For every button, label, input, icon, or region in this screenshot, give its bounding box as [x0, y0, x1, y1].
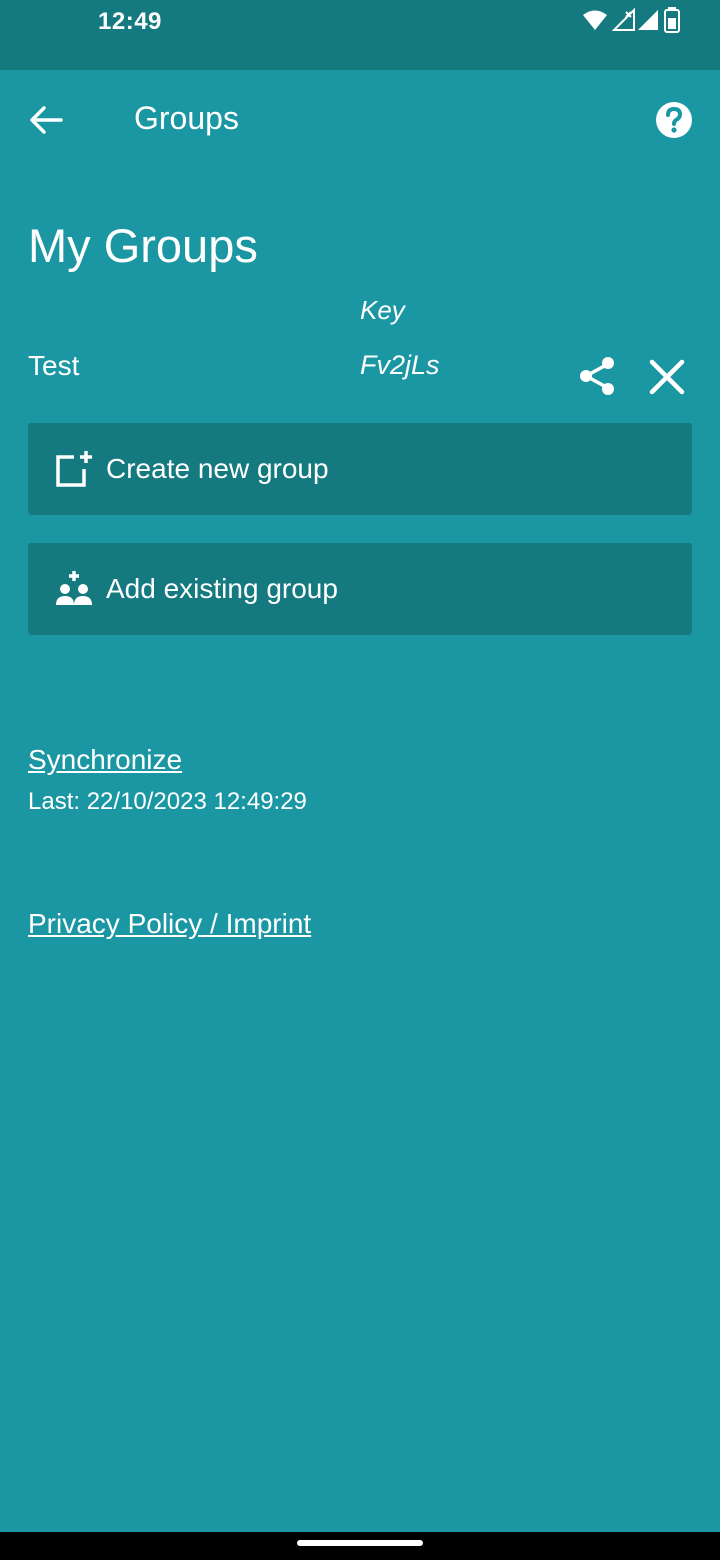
create-new-group-label: Create new group: [106, 453, 329, 484]
help-circle-icon: [656, 102, 692, 138]
page-title: My Groups: [28, 219, 258, 272]
group-add-icon: [54, 569, 94, 609]
synchronize-link[interactable]: Synchronize: [28, 744, 182, 776]
last-sync-text: Last: 22/10/2023 12:49:29: [28, 788, 307, 815]
group-key: Fv2jLs: [360, 350, 440, 380]
add-box-icon: [54, 449, 94, 489]
signal-icon: [611, 7, 660, 37]
remove-group-button[interactable]: [644, 354, 690, 400]
status-time: 12:49: [98, 8, 162, 35]
privacy-policy-link[interactable]: Privacy Policy / Imprint: [28, 908, 311, 940]
navigation-bar: [0, 1532, 720, 1560]
arrow-left-icon: [30, 106, 63, 134]
create-new-group-button[interactable]: Create new group: [28, 423, 692, 515]
group-row: Test Fv2jLs: [0, 340, 720, 410]
key-column-header: Key: [360, 295, 405, 325]
add-existing-group-label: Add existing group: [106, 573, 338, 604]
add-existing-group-button[interactable]: Add existing group: [28, 543, 692, 635]
status-icons: [582, 6, 680, 38]
help-button[interactable]: [654, 100, 694, 140]
home-handle[interactable]: [297, 1540, 423, 1546]
battery-icon: [664, 6, 680, 38]
close-icon: [649, 359, 685, 395]
back-button[interactable]: [20, 94, 72, 146]
share-icon: [580, 357, 614, 395]
app-title: Groups: [134, 100, 239, 136]
app-bar: Groups: [0, 70, 720, 170]
status-bar: 12:49: [0, 0, 720, 70]
wifi-icon: [582, 9, 608, 36]
share-group-button[interactable]: [576, 354, 620, 398]
group-name: Test: [28, 350, 80, 381]
